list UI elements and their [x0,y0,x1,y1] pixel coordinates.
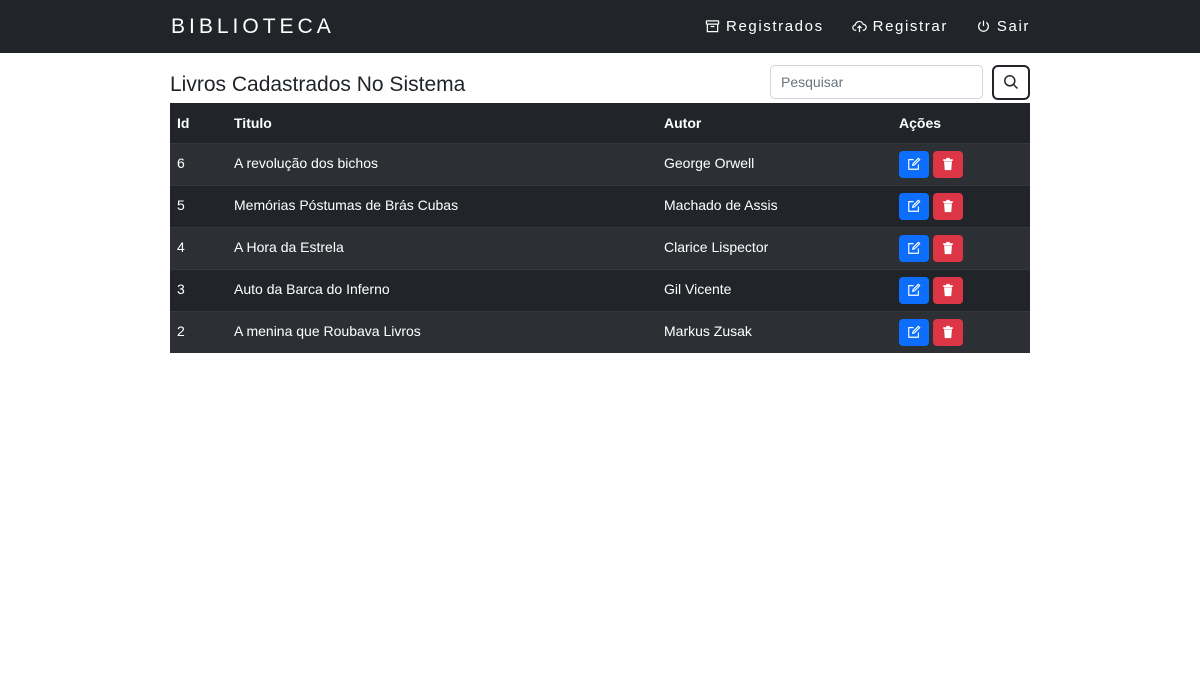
cell-author: Clarice Lispector [664,238,769,255]
cell-actions [892,185,1030,227]
archive-icon [705,20,720,33]
edit-button[interactable] [899,234,929,262]
table-header: Id Titulo Autor Ações [170,103,1030,143]
delete-button[interactable] [933,150,963,178]
row-actions [899,192,1023,220]
nav-link-registrar[interactable]: Registrar [851,18,948,35]
cell-author: Gil Vicente [664,280,732,297]
cloud-upload-icon [851,20,867,33]
edit-button[interactable] [899,276,929,304]
delete-button[interactable] [933,318,963,346]
trash-icon [943,157,953,171]
delete-button[interactable] [933,234,963,262]
edit-icon [908,199,921,212]
cell-title: A revolução dos bichos [234,154,378,171]
table-header-row: Id Titulo Autor Ações [170,103,1030,143]
books-table: Id Titulo Autor Ações 6 A revolução dos … [170,103,1030,353]
navbar: BIBLIOTECA Registrados Registrar Sair [0,0,1200,53]
nav-link-label: Registrar [872,18,948,35]
nav-link-sair[interactable]: Sair [976,18,1030,35]
column-header-title: Titulo [234,114,272,131]
cell-id: 5 [177,196,185,213]
cell-actions [892,143,1030,185]
table-row: 6 A revolução dos bichos George Orwell [170,143,1030,185]
edit-button[interactable] [899,150,929,178]
table-body: 6 A revolução dos bichos George Orwell 5 [170,143,1030,353]
edit-button[interactable] [899,318,929,346]
cell-id: 3 [177,280,185,297]
cell-title: A menina que Roubava Livros [234,322,421,339]
table-row: 5 Memórias Póstumas de Brás Cubas Machad… [170,185,1030,227]
nav-link-label: Registrados [726,18,824,35]
nav-links: Registrados Registrar Sair [705,18,1030,35]
column-header-id: Id [177,114,190,131]
trash-icon [943,325,953,339]
edit-icon [908,157,921,170]
page-title: Livros Cadastrados No Sistema [170,73,466,96]
cell-title: Auto da Barca do Inferno [234,280,390,297]
row-actions [899,318,1023,346]
trash-icon [943,241,953,255]
brand-logo[interactable]: BIBLIOTECA [171,15,335,39]
search-icon [1004,75,1019,90]
cell-actions [892,311,1030,353]
delete-button[interactable] [933,192,963,220]
column-header-actions: Ações [899,114,942,131]
navbar-inner: BIBLIOTECA Registrados Registrar Sair [170,15,1030,39]
cell-title: Memórias Póstumas de Brás Cubas [234,196,459,213]
nav-link-registrados[interactable]: Registrados [705,18,824,35]
power-icon [977,20,989,32]
cell-title: A Hora da Estrela [234,238,344,255]
row-actions [899,276,1023,304]
cell-id: 4 [177,238,185,255]
search-form [770,64,1030,100]
cell-author: Markus Zusak [664,322,752,339]
cell-actions [892,269,1030,311]
trash-icon [943,283,953,297]
header-row: Livros Cadastrados No Sistema [170,53,1030,103]
edit-button[interactable] [899,192,929,220]
row-actions [899,234,1023,262]
column-header-author: Autor [664,114,702,131]
search-button[interactable] [992,64,1030,100]
edit-icon [908,241,921,254]
table-row: 4 A Hora da Estrela Clarice Lispector [170,227,1030,269]
edit-icon [908,325,921,338]
cell-author: Machado de Assis [664,196,778,213]
main-container: Livros Cadastrados No Sistema Id Titulo … [170,53,1030,353]
cell-author: George Orwell [664,154,755,171]
trash-icon [943,199,953,213]
nav-link-label: Sair [996,18,1030,35]
row-actions [899,150,1023,178]
cell-id: 2 [177,322,185,339]
search-input[interactable] [770,65,983,99]
table-row: 2 A menina que Roubava Livros Markus Zus… [170,311,1030,353]
edit-icon [908,283,921,296]
cell-id: 6 [177,154,185,171]
cell-actions [892,227,1030,269]
delete-button[interactable] [933,276,963,304]
table-row: 3 Auto da Barca do Inferno Gil Vicente [170,269,1030,311]
